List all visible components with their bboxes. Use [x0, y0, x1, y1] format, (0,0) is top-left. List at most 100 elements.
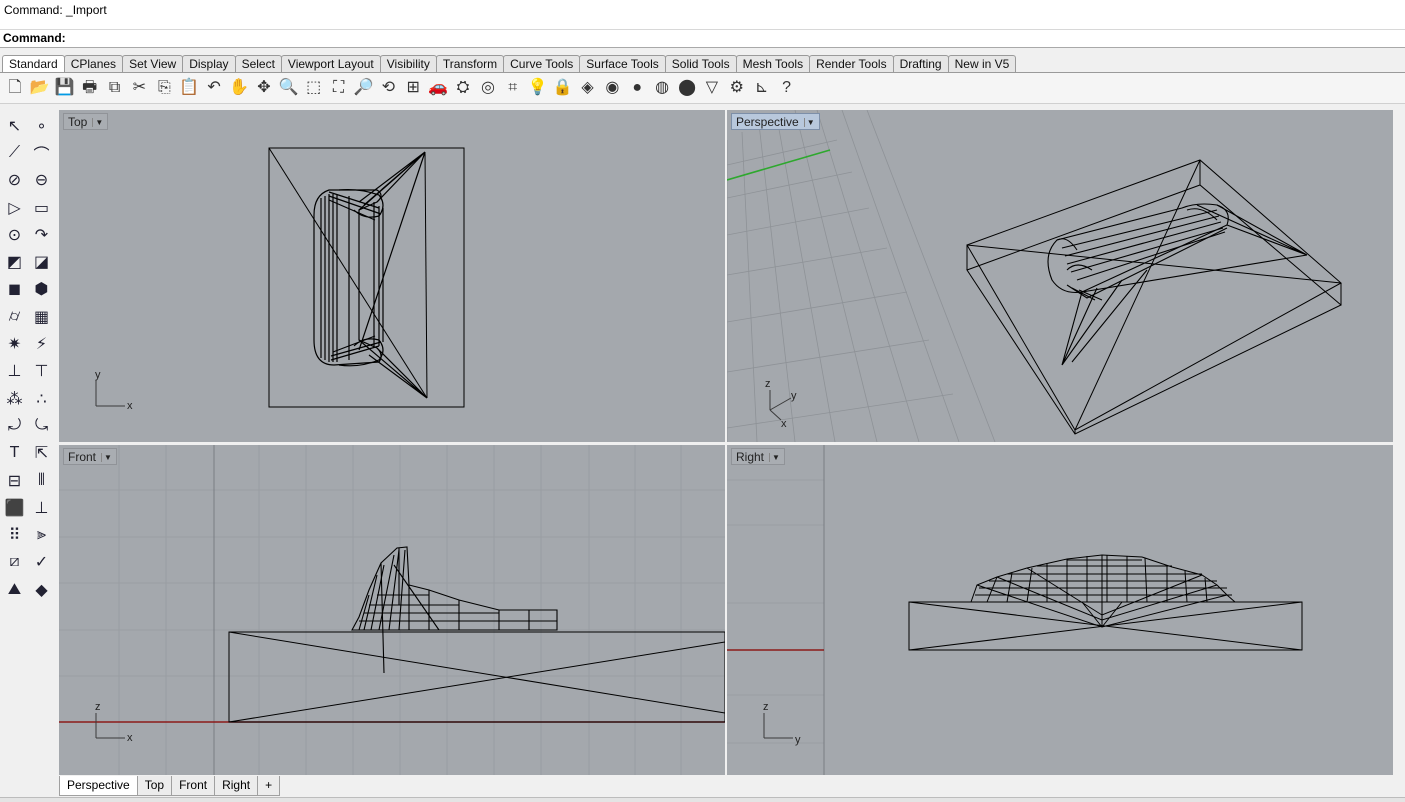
options-gear-icon[interactable]: ⚙ — [725, 76, 749, 100]
zoom-window-icon[interactable]: ⬚ — [302, 76, 326, 100]
tab-surface-tools[interactable]: Surface Tools — [579, 55, 666, 72]
mirror-icon[interactable]: ⫴ — [28, 467, 55, 494]
light-cone-icon[interactable]: ▽ — [700, 76, 724, 100]
circle-icon[interactable]: ⊘ — [1, 167, 28, 194]
tab-display[interactable]: Display — [182, 55, 236, 72]
zoom-extents-icon[interactable]: ⛶ — [327, 76, 351, 100]
polyline-icon[interactable]: ⟋ — [1, 139, 28, 166]
fillet-curve-icon[interactable]: ↷ — [28, 221, 55, 248]
check-icon[interactable]: ✓ — [28, 549, 55, 576]
tab-standard[interactable]: Standard — [2, 55, 65, 73]
material-sphere-icon[interactable]: ● — [625, 76, 649, 100]
boolean-union-icon[interactable]: ⬢ — [28, 276, 55, 303]
chevron-down-icon[interactable]: ▼ — [92, 117, 103, 127]
viewport-tab-perspective[interactable]: Perspective — [59, 776, 138, 796]
open-folder-icon[interactable]: 📂 — [28, 76, 52, 100]
rectangle-icon[interactable]: ▭ — [28, 194, 55, 221]
surface-from-points-icon[interactable]: ◩ — [1, 248, 28, 275]
split-icon[interactable]: ⊤ — [28, 358, 55, 385]
copy-icon[interactable]: ⎘ — [152, 76, 176, 100]
viewport-label-perspective[interactable]: Perspective ▼ — [731, 113, 820, 130]
undo-view-icon[interactable]: ⟲ — [376, 76, 400, 100]
viewport-tab-right[interactable]: Right — [214, 776, 259, 796]
extrude-surface-icon[interactable]: ◪ — [28, 248, 55, 275]
box-icon[interactable]: ◼ — [1, 276, 28, 303]
viewport-perspective[interactable]: z y x Perspective ▼ — [727, 110, 1393, 442]
tab-visibility[interactable]: Visibility — [379, 55, 437, 72]
snap-icon[interactable]: ⌗ — [501, 76, 525, 100]
lock-icon[interactable]: 🔒 — [551, 76, 575, 100]
arc-icon[interactable]: ⊙ — [1, 221, 28, 248]
tab-new-in-v5[interactable]: New in V5 — [947, 55, 1017, 72]
explode-spheres-icon[interactable]: ∴ — [28, 385, 55, 412]
fillet-edge-icon[interactable]: ⤿ — [28, 412, 55, 439]
named-views-icon[interactable]: ◎ — [476, 76, 500, 100]
layers-icon[interactable]: ◈ — [575, 76, 599, 100]
render-preview-icon[interactable]: ⛭ — [451, 76, 475, 100]
cylinder-icon[interactable]: ⌭ — [1, 303, 28, 330]
group-icon[interactable]: ⊟ — [1, 467, 28, 494]
add-viewport-tab-button[interactable]: + — [257, 776, 281, 796]
gumball-gear-icon[interactable]: ✷ — [1, 330, 28, 357]
tab-cplanes[interactable]: CPlanes — [63, 55, 124, 72]
viewport-label-top[interactable]: Top ▼ — [63, 113, 109, 130]
boolean-spheres-icon[interactable]: ⁂ — [1, 385, 28, 412]
tab-transform[interactable]: Transform — [435, 55, 505, 72]
array-icon[interactable]: ⠿ — [1, 521, 28, 548]
save-icon[interactable]: 💾 — [53, 76, 77, 100]
chevron-down-icon[interactable]: ▼ — [101, 452, 112, 462]
new-file-icon[interactable]: 🗋 — [3, 76, 27, 100]
scale-icon[interactable]: ⇱ — [28, 440, 55, 467]
zoom-selected-icon[interactable]: 🔎 — [351, 76, 375, 100]
tab-drafting[interactable]: Drafting — [892, 55, 949, 72]
text-icon[interactable]: T — [1, 440, 28, 467]
tab-curve-tools[interactable]: Curve Tools — [503, 55, 581, 72]
paste-icon[interactable]: 📋 — [177, 76, 201, 100]
viewport-label-front[interactable]: Front ▼ — [63, 448, 117, 465]
dimension-icon[interactable]: ⊾ — [750, 76, 774, 100]
tab-viewport-layout[interactable]: Viewport Layout — [280, 55, 381, 72]
rendered-display-icon[interactable]: ◆ — [28, 576, 55, 603]
rendered-blue-sphere-icon[interactable]: ⬤ — [675, 76, 699, 100]
viewport-right[interactable]: z y Right ▼ — [727, 445, 1393, 775]
chevron-down-icon[interactable]: ▼ — [769, 452, 780, 462]
viewport-tab-front[interactable]: Front — [171, 776, 216, 796]
export-icon[interactable]: ⧉ — [103, 76, 127, 100]
pan-hand-icon[interactable]: ✋ — [227, 76, 251, 100]
viewport-tab-top[interactable]: Top — [136, 776, 173, 796]
point-icon[interactable]: ∘ — [28, 112, 55, 139]
curve-icon[interactable]: ⌒ — [28, 139, 55, 166]
viewport-label-right[interactable]: Right ▼ — [731, 448, 785, 465]
tab-set-view[interactable]: Set View — [122, 55, 184, 72]
rotate-view-icon[interactable]: ✥ — [252, 76, 276, 100]
mesh-icon[interactable]: ▦ — [28, 303, 55, 330]
polygon-icon[interactable]: ▷ — [1, 194, 28, 221]
zoom-icon[interactable]: 🔍 — [277, 76, 301, 100]
chevron-down-icon[interactable]: ▼ — [803, 117, 815, 127]
car-icon[interactable]: 🚗 — [426, 76, 450, 100]
undo-icon[interactable]: ↶ — [202, 76, 226, 100]
viewport-front[interactable]: z x Front ▼ — [59, 445, 725, 775]
solid-box-icon[interactable]: ⬛ — [1, 494, 28, 521]
command-input[interactable] — [68, 31, 1388, 46]
flash-icon[interactable]: ⚡ — [28, 330, 55, 357]
print-icon[interactable]: 🖶 — [78, 76, 102, 100]
shade-icon[interactable]: ⛰ — [1, 576, 28, 603]
trim-icon[interactable]: ⊥ — [1, 358, 28, 385]
help-icon[interactable]: ? — [775, 76, 799, 100]
light-bulb-icon[interactable]: 💡 — [526, 76, 550, 100]
tab-solid-tools[interactable]: Solid Tools — [664, 55, 737, 72]
four-viewports-icon[interactable]: ⊞ — [401, 76, 425, 100]
measure-icon[interactable]: ⊥ — [28, 494, 55, 521]
color-wheel-icon[interactable]: ◉ — [600, 76, 624, 100]
analyze-icon[interactable]: ⫸ — [28, 521, 55, 548]
cut-icon[interactable]: ✂ — [127, 76, 151, 100]
viewport-top[interactable]: y x Top ▼ — [59, 110, 725, 442]
tab-render-tools[interactable]: Render Tools — [809, 55, 894, 72]
offset-curve-icon[interactable]: ⤾ — [1, 412, 28, 439]
render-sphere-icon[interactable]: ◍ — [650, 76, 674, 100]
select-arrow-icon[interactable]: ↖ — [1, 112, 28, 139]
tab-mesh-tools[interactable]: Mesh Tools — [735, 55, 811, 72]
tab-select[interactable]: Select — [234, 55, 282, 72]
project-icon[interactable]: ⧄ — [1, 549, 28, 576]
